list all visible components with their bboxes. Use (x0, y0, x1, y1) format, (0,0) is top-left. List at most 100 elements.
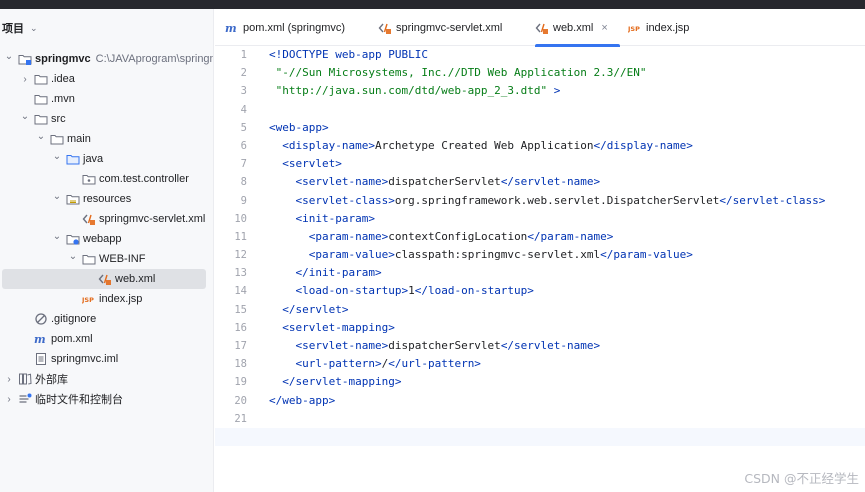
chevron-right-icon[interactable]: › (4, 394, 14, 405)
tree-item-scratches[interactable]: › 临时文件和控制台 (0, 389, 213, 409)
code-line[interactable]: "http://java.sun.com/dtd/web-app_2_3.dtd… (269, 82, 865, 100)
code-token: </display-name (593, 138, 687, 152)
tree-item-mvn[interactable]: ›.mvn (0, 89, 213, 109)
line-number: 21 (234, 412, 247, 425)
code-editor[interactable]: <!DOCTYPE web-app PUBLIC "-//Sun Microsy… (215, 46, 865, 447)
tree-item-resources[interactable]: ⌄ resources (0, 189, 213, 209)
code-line[interactable]: </servlet> (269, 301, 865, 319)
code-line[interactable]: <param-name>contextConfigLocation</param… (269, 228, 865, 246)
code-line[interactable]: <web-app> (269, 119, 865, 137)
code-token: 1 (408, 284, 415, 298)
chevron-down-icon[interactable]: ⌄ (68, 251, 78, 262)
code-token: </init-param> (295, 266, 382, 280)
tree-item-label: 外部库 (35, 374, 68, 386)
code-token: > (686, 138, 693, 152)
code-line[interactable]: <init-param> (269, 210, 865, 228)
code-line[interactable]: </web-app> (269, 392, 865, 410)
tree-item-label: webapp (83, 233, 122, 245)
code-line[interactable]: <display-name>Archetype Created Web Appl… (269, 137, 865, 155)
code-line[interactable]: <!DOCTYPE web-app PUBLIC (269, 46, 865, 64)
tree-item-iml[interactable]: ›springmvc.iml (0, 349, 213, 369)
tree-item-web-inf[interactable]: ⌄ WEB-INF (0, 249, 213, 269)
code-token: <param-name> (308, 229, 389, 243)
window-top-strip (0, 0, 865, 9)
code-line[interactable]: <servlet-name>dispatcherServlet</servlet… (269, 337, 865, 355)
code-line[interactable]: <load-on-startup>1</load-on-startup> (269, 282, 865, 300)
tree-item-label: .idea (51, 73, 75, 85)
code-token: <!DOCTYPE web-app PUBLIC (269, 48, 428, 61)
chevron-down-icon[interactable]: ⌄ (36, 131, 46, 142)
chevron-right-icon[interactable]: › (4, 374, 14, 385)
code-line[interactable]: <param-value>classpath:springmvc-servlet… (269, 246, 865, 264)
jsp-file-icon: JSP (628, 21, 642, 35)
code-line[interactable]: <servlet-mapping> (269, 319, 865, 337)
code-line[interactable]: </init-param> (269, 264, 865, 282)
tree-item-java[interactable]: ⌄ java (0, 149, 213, 169)
code-line[interactable]: <url-pattern>/</url-pattern> (269, 355, 865, 373)
code-line[interactable]: "-//Sun Microsystems, Inc.//DTD Web Appl… (269, 64, 865, 82)
tab-index-jsp[interactable]: JSP index.jsp (628, 9, 689, 46)
close-icon[interactable]: × (601, 22, 607, 34)
line-number: 12 (234, 249, 247, 262)
tree-item-label: java (83, 153, 104, 165)
tree-item-gitignore[interactable]: ›.gitignore (0, 309, 213, 329)
code-token: </servlet-name> (500, 339, 601, 352)
code-line[interactable]: ​ (269, 101, 865, 119)
tree-item-ext-libs[interactable]: › 外部库 (0, 369, 213, 389)
code-line[interactable]: <servlet-class>org.springframework.web.s… (269, 192, 865, 210)
chevron-down-icon[interactable]: ⌄ (20, 111, 30, 122)
code-line[interactable]: </servlet-mapping> (269, 373, 865, 391)
tree-item-label: .gitignore (51, 313, 97, 325)
xml-file-icon (378, 21, 392, 35)
line-number: 9 (240, 194, 247, 207)
line-number: 7 (240, 158, 247, 171)
code-line[interactable]: <servlet> (269, 155, 865, 173)
tree-item-idea[interactable]: › .idea (0, 69, 213, 89)
folder-icon (34, 92, 48, 106)
chevron-down-icon[interactable]: ⌄ (52, 231, 62, 242)
tree-item-web-xml[interactable]: ›web.xml (2, 269, 206, 289)
code-token: <servlet-class> (295, 193, 395, 207)
code-token: "http://java.sun.com/dtd/web-app_2_3.dtd… (269, 84, 548, 98)
line-number: 1 (240, 49, 247, 61)
tree-item-main[interactable]: ⌄ main (0, 129, 213, 149)
chevron-down-icon[interactable]: ⌄ (52, 191, 62, 202)
tree-item-label: springmvc (35, 53, 91, 65)
tree-item-servlet-xml[interactable]: ›springmvc-servlet.xml (0, 209, 213, 229)
tree-item-controller[interactable]: ›com.test.controller (0, 169, 213, 189)
tab-pom-xml-springmvc[interactable]: m pom.xml (springmvc) (225, 9, 345, 46)
folder-icon (34, 112, 48, 126)
chevron-right-icon[interactable]: › (20, 74, 30, 85)
tree-item-label: resources (83, 193, 132, 205)
code-token: > (547, 84, 561, 98)
tree-item-root[interactable]: ⌄ springmvc C:\JAVAprogram\springm (0, 49, 213, 69)
chevron-down-icon[interactable]: ⌄ (4, 51, 14, 62)
code-line[interactable]: <servlet-name>dispatcherServlet</servlet… (269, 173, 865, 191)
project-panel-header[interactable]: 项目 ⌄ (0, 9, 213, 47)
svg-text:JSP: JSP (628, 25, 640, 33)
code-token: </servlet> (282, 302, 349, 316)
code-token: </servlet-class> (719, 193, 826, 207)
tab-web-xml[interactable]: web.xml × (535, 9, 620, 47)
tab-label: pom.xml (springmvc) (243, 21, 346, 34)
code-token: </url-pattern> (388, 357, 481, 371)
code-token: Archetype Created Web Application (374, 138, 594, 152)
tree-item-index-jsp[interactable]: ›JSPindex.jsp (0, 289, 213, 309)
svg-text:m: m (34, 333, 46, 346)
code-token: <servlet> (282, 157, 342, 171)
chevron-down-icon[interactable]: ⌄ (52, 151, 62, 162)
tree-item-label: index.jsp (99, 293, 143, 305)
tree-item-src[interactable]: ⌄ src (0, 109, 213, 129)
tree-item-pom[interactable]: ›mpom.xml (0, 329, 213, 349)
code-line[interactable]: ​ (269, 410, 865, 428)
chevron-down-icon[interactable]: ⌄ (30, 23, 38, 34)
code-line[interactable]: ​ (215, 427, 865, 447)
code-token: > (368, 138, 375, 152)
tab-springmvc-servlet-xml[interactable]: springmvc-servlet.xml (378, 9, 502, 46)
tree-item-webapp[interactable]: ⌄ webapp (0, 229, 213, 249)
